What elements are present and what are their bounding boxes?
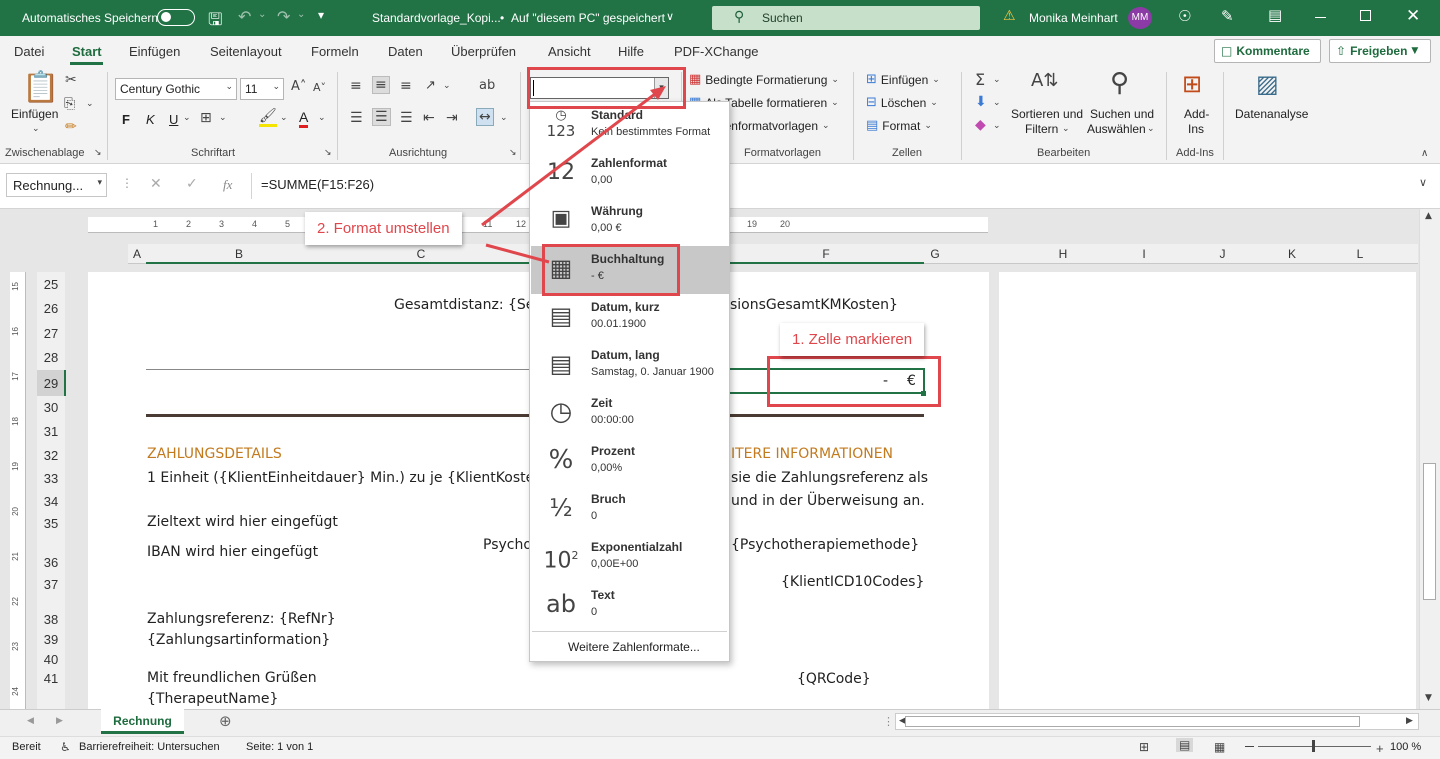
hscroll-thumb[interactable] — [905, 716, 1360, 727]
hscroll-right-icon[interactable]: ▶ — [1406, 716, 1413, 726]
page-break-view-icon[interactable]: ▦ — [1214, 740, 1225, 754]
callout-step-1: 1. Zelle markieren — [780, 323, 925, 356]
status-ready: Bereit — [12, 741, 41, 753]
sheet-tab-rechnung[interactable]: Rechnung — [101, 709, 184, 734]
page-layout-view-icon[interactable]: ▤ — [1176, 738, 1194, 752]
arrow-to-buchhaltung — [485, 243, 550, 264]
zoom-level[interactable]: 100 % — [1390, 741, 1421, 753]
zoom-out-button[interactable] — [1245, 746, 1254, 747]
add-sheet-icon[interactable]: ⊕ — [219, 712, 232, 730]
arrowhead-icon — [650, 86, 666, 100]
scroll-left-icon[interactable]: ◀ — [27, 716, 34, 726]
scroll-right-icon[interactable]: ▶ — [56, 716, 63, 726]
accessibility-status[interactable]: Barrierefreiheit: Untersuchen — [79, 741, 220, 753]
tabs-split-icon[interactable]: ⋮ — [883, 715, 894, 728]
arrow-to-format-select — [481, 89, 660, 227]
horizontal-scrollbar[interactable]: ◀ ▶ — [895, 713, 1419, 730]
zoom-slider[interactable] — [1258, 740, 1371, 752]
zoom-in-button[interactable]: + — [1376, 741, 1384, 756]
page-indicator: Seite: 1 von 1 — [246, 741, 314, 753]
sheet-tabs-bar: ◀ ▶ Rechnung ⊕ ⋮ ◀ ▶ — [0, 709, 1440, 736]
annotation-arrows — [481, 86, 666, 264]
accessibility-icon[interactable]: ♿ — [60, 740, 71, 754]
callout-step-2: 2. Format umstellen — [305, 212, 462, 245]
normal-view-icon[interactable]: ⊞ — [1139, 740, 1149, 754]
zoom-slider-thumb[interactable] — [1312, 740, 1315, 752]
